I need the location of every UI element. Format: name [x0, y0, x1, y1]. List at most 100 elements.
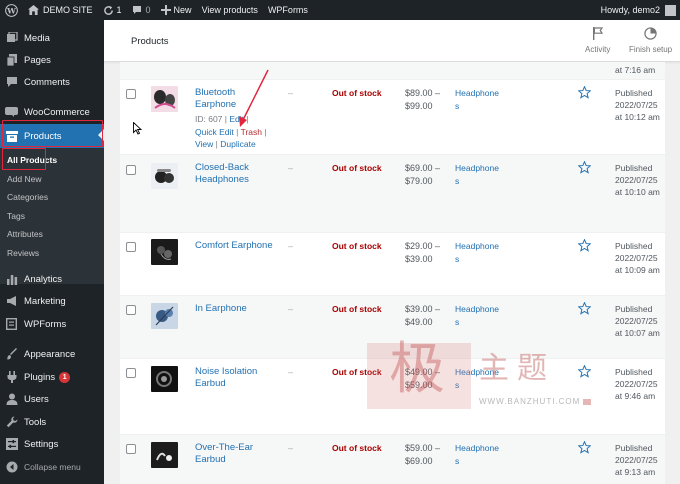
new-content-link[interactable]: New [156, 0, 197, 20]
activity-button[interactable]: Activity [585, 27, 610, 54]
menu-plugins[interactable]: Plugins 1 [0, 366, 104, 388]
sku-cell: – [288, 367, 294, 377]
submenu-attributes[interactable]: Attributes [7, 229, 43, 239]
row-checkbox[interactable] [126, 89, 136, 99]
updates-link[interactable]: 1 [98, 0, 127, 20]
product-thumbnail-image[interactable] [151, 442, 178, 468]
submenu-categories[interactable]: Categories [7, 192, 48, 202]
menu-pages[interactable]: Pages [0, 49, 104, 71]
row-checkbox[interactable] [126, 305, 136, 315]
product-name-link[interactable]: Noise Isolation Earbud [195, 366, 275, 390]
product-name-link[interactable]: In Earphone [195, 303, 275, 315]
category-label-wrap: s [455, 317, 460, 327]
row-date-partial: at 7:16 am [615, 65, 656, 75]
featured-star-icon[interactable] [577, 364, 592, 380]
media-icon [5, 32, 18, 45]
category-link[interactable]: Headphone s [455, 87, 505, 113]
menu-woocommerce[interactable]: WooCommerce [0, 101, 104, 123]
product-thumbnail-image[interactable] [151, 163, 178, 189]
price-from: $59.00 – [405, 443, 441, 453]
svg-text:W: W [6, 6, 16, 15]
flag-icon [592, 27, 604, 45]
product-thumbnail-image[interactable] [151, 86, 178, 112]
submenu-add-new[interactable]: Add New [7, 174, 42, 184]
table-row: Over-The-Ear Earbud – Out of stock $59.0… [120, 435, 665, 484]
menu-settings[interactable]: Settings [0, 433, 104, 455]
product-thumbnail-image[interactable] [151, 303, 178, 329]
view-products-link[interactable]: View products [197, 0, 263, 20]
stock-status: Out of stock [332, 241, 382, 251]
featured-star-icon[interactable] [577, 440, 592, 456]
category-link[interactable]: Headphone s [455, 442, 505, 468]
progress-circle-icon [644, 27, 657, 45]
bar-chart-icon [5, 273, 18, 286]
menu-wpforms[interactable]: WPForms [0, 313, 104, 335]
product-thumbnail-image[interactable] [151, 239, 178, 265]
page-title: Products [131, 36, 169, 47]
row-action-separator: | [224, 114, 227, 124]
product-name-link[interactable]: Bluetooth Earphone [195, 87, 275, 111]
date-cell: Published 2022/07/25 at 10:09 am [615, 240, 660, 276]
menu-tools[interactable]: Tools [0, 411, 104, 433]
my-account-menu[interactable]: Howdy, demo2 [596, 0, 680, 20]
price-to: $49.00 [405, 317, 433, 327]
date-cell: Published 2022/07/25 at 9:13 am [615, 442, 658, 478]
row-checkbox[interactable] [126, 242, 136, 252]
product-name-link[interactable]: Closed-Back Headphones [195, 162, 275, 186]
comments-link[interactable]: 0 [127, 0, 156, 20]
category-link[interactable]: Headphone s [455, 303, 505, 329]
date-cell: Published 2022/07/25 at 10:12 am [615, 87, 660, 123]
user-icon [5, 393, 18, 406]
product-name-link[interactable]: Comfort Earphone [195, 240, 285, 252]
finish-setup-button[interactable]: Finish setup [629, 27, 672, 54]
publish-date: 2022/07/25 [615, 253, 658, 263]
publish-time: at 10:12 am [615, 112, 660, 122]
publish-time: at 9:13 am [615, 467, 656, 477]
row-checkbox[interactable] [126, 165, 136, 175]
menu-marketing[interactable]: Marketing [0, 290, 104, 312]
trash-link[interactable]: Trash [241, 127, 262, 137]
category-link[interactable]: Headphone s [455, 240, 505, 266]
featured-star-icon[interactable] [577, 238, 592, 254]
wpforms-adminbar-link[interactable]: WPForms [263, 0, 313, 20]
submenu-tags[interactable]: Tags [7, 211, 25, 221]
edit-link[interactable]: Edit [229, 114, 244, 124]
menu-users[interactable]: Users [0, 388, 104, 410]
price-cell: $39.00 – $49.00 [405, 303, 445, 329]
collapse-menu-button[interactable]: Collapse menu [0, 456, 104, 478]
submenu-reviews[interactable]: Reviews [7, 248, 39, 258]
row-action-separator: | [215, 139, 218, 149]
price-from: $39.00 – [405, 304, 441, 314]
publish-time: at 10:09 am [615, 265, 660, 275]
mouse-cursor-icon [133, 122, 142, 135]
row-action-separator: | [264, 126, 267, 137]
admin-bar: W DEMO SITE 1 0 New View products WPForm… [0, 0, 680, 20]
row-checkbox[interactable] [126, 368, 136, 378]
featured-star-icon[interactable] [577, 301, 592, 317]
menu-appearance[interactable]: Appearance [0, 343, 104, 365]
product-thumbnail-image[interactable] [151, 366, 178, 392]
submenu-all-products[interactable]: All Products [7, 155, 57, 165]
duplicate-link[interactable]: Duplicate [220, 139, 255, 149]
site-name-link[interactable]: DEMO SITE [23, 0, 98, 20]
menu-products[interactable]: Products [0, 124, 104, 148]
featured-star-icon[interactable] [577, 85, 592, 101]
category-link[interactable]: Headphone s [455, 162, 505, 188]
table-row: Noise Isolation Earbud – Out of stock $4… [120, 359, 665, 435]
price-from: $89.00 – [405, 88, 441, 98]
menu-analytics[interactable]: Analytics [0, 268, 104, 290]
menu-media[interactable]: Media [0, 27, 104, 49]
wordpress-logo-icon[interactable]: W [0, 0, 23, 20]
product-name-link[interactable]: Over-The-Ear Earbud [195, 442, 275, 466]
view-link[interactable]: View [195, 139, 213, 149]
sku-cell: – [288, 163, 294, 173]
menu-comments[interactable]: Comments [0, 71, 104, 93]
quick-edit-link[interactable]: Quick Edit [195, 127, 234, 137]
row-checkbox[interactable] [126, 444, 136, 454]
category-link[interactable]: Headphone s [455, 366, 505, 392]
featured-star-icon[interactable] [577, 160, 592, 176]
category-label: Headphone [455, 241, 499, 251]
category-label: Headphone [455, 367, 499, 377]
settings-sliders-icon [5, 438, 18, 451]
price-cell: $89.00 – $99.00 [405, 87, 445, 113]
